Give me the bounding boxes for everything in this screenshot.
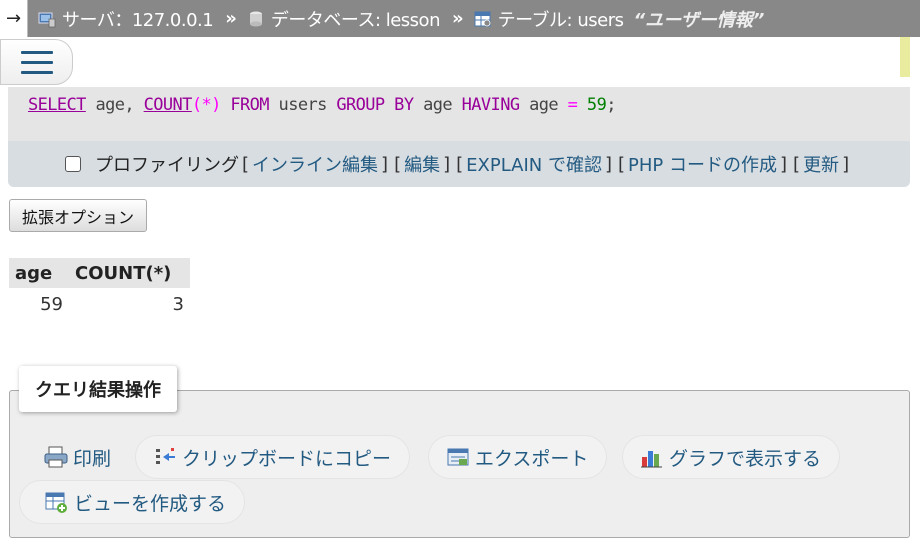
print-label: 印刷	[73, 447, 112, 470]
breadcrumb-table-label: テーブル: users	[497, 9, 624, 31]
table-header-row: age COUNT(*)	[9, 258, 190, 288]
breadcrumb-server-label: サーバ：127.0.0.1	[62, 9, 214, 31]
sql-keyword-group-by: GROUP BY	[336, 95, 414, 115]
breadcrumb: → サーバ：127.0.0.1 » データベース: lesson » テーブル:…	[0, 0, 920, 37]
breadcrumb-server[interactable]: サーバ：127.0.0.1	[38, 6, 214, 32]
create-view-icon	[45, 492, 67, 513]
sql-keyword-having: HAVING	[461, 95, 520, 115]
query-result-operations-legend: クエリ結果操作	[19, 366, 177, 412]
breadcrumb-separator: »	[451, 8, 464, 29]
bracket-open: [	[394, 153, 402, 175]
bracket-close: ]	[842, 153, 850, 175]
arrow-right-icon[interactable]: →	[0, 0, 28, 37]
sql-column: age	[413, 95, 462, 115]
cell-age[interactable]: 59	[9, 288, 69, 320]
php-code-link[interactable]: PHP コードの作成	[628, 151, 777, 177]
breadcrumb-separator: »	[225, 8, 237, 29]
clipboard-copy-icon	[156, 448, 175, 464]
explain-link[interactable]: EXPLAIN で確認	[466, 151, 602, 177]
bar-chart-icon	[641, 451, 662, 468]
sql-number: 59	[577, 95, 607, 115]
breadcrumb-database[interactable]: データベース: lesson	[247, 6, 440, 32]
sql-function-count[interactable]: COUNT	[144, 95, 193, 115]
column-header-age[interactable]: age	[9, 258, 69, 288]
table-comment: “ユーザー情報”	[633, 9, 765, 31]
sql-column: age	[519, 95, 568, 115]
profiling-checkbox[interactable]	[65, 156, 81, 172]
breadcrumb-database-label: データベース: lesson	[270, 9, 441, 31]
bracket-close: ]	[780, 153, 788, 175]
bracket-open: [	[618, 153, 626, 175]
copy-to-clipboard-button[interactable]: クリップボードにコピー	[135, 435, 411, 479]
chart-label: グラフで表示する	[669, 447, 822, 470]
results-table: age COUNT(*) 59 3	[9, 258, 190, 320]
sql-paren: )	[211, 95, 221, 115]
bracket-close: ]	[381, 153, 389, 175]
server-icon	[38, 12, 56, 27]
sql-keyword-from: FROM	[220, 95, 269, 115]
sql-actions-bar: プロファイリング [インライン編集] [編集] [EXPLAIN で確認] [P…	[8, 141, 910, 187]
sql-table: users	[268, 95, 337, 115]
create-view-button[interactable]: ビューを作成する	[19, 480, 246, 524]
extended-options-button[interactable]: 拡張オプション	[9, 199, 148, 232]
bracket-open: [	[793, 153, 801, 175]
sql-operator: =	[567, 95, 578, 115]
sql-semicolon: ;	[606, 95, 616, 115]
display-chart-button[interactable]: グラフで表示する	[622, 435, 841, 479]
menu-row	[0, 37, 910, 87]
table-icon	[474, 11, 491, 26]
sql-star: *	[201, 95, 212, 115]
cell-count[interactable]: 3	[69, 288, 190, 320]
refresh-link[interactable]: 更新	[803, 151, 839, 177]
sql-column: age,	[85, 95, 144, 115]
sql-query: SELECT age, COUNT(*) FROM users GROUP BY…	[28, 95, 616, 115]
printer-icon	[44, 446, 68, 468]
create-view-label: ビューを作成する	[74, 492, 227, 515]
column-header-count[interactable]: COUNT(*)	[69, 258, 190, 288]
breadcrumb-table[interactable]: テーブル: users	[474, 6, 624, 32]
sql-paren: (	[191, 95, 202, 115]
export-button[interactable]: エクスポート	[428, 435, 608, 479]
bracket-open: [	[242, 153, 250, 175]
bracket-open: [	[456, 153, 464, 175]
print-button[interactable]: 印刷	[28, 435, 130, 479]
edit-link[interactable]: 編集	[404, 151, 440, 177]
database-icon	[249, 11, 262, 26]
sql-keyword-select[interactable]: SELECT	[28, 95, 86, 115]
hamburger-line	[20, 60, 53, 64]
sql-query-box: SELECT age, COUNT(*) FROM users GROUP BY…	[8, 87, 910, 187]
hamburger-menu-icon[interactable]	[0, 39, 73, 85]
hamburger-line	[20, 50, 53, 54]
inline-edit-link[interactable]: インライン編集	[252, 151, 378, 177]
copy-label: クリップボードにコピー	[182, 447, 392, 470]
bracket-close: ]	[443, 153, 451, 175]
export-icon	[447, 448, 469, 466]
table-row: 59 3	[9, 288, 190, 320]
hamburger-line	[20, 70, 53, 74]
status-strip	[900, 37, 910, 77]
export-label: エクスポート	[475, 447, 589, 470]
profiling-label[interactable]: プロファイリング	[95, 151, 239, 177]
bracket-close: ]	[604, 153, 612, 175]
